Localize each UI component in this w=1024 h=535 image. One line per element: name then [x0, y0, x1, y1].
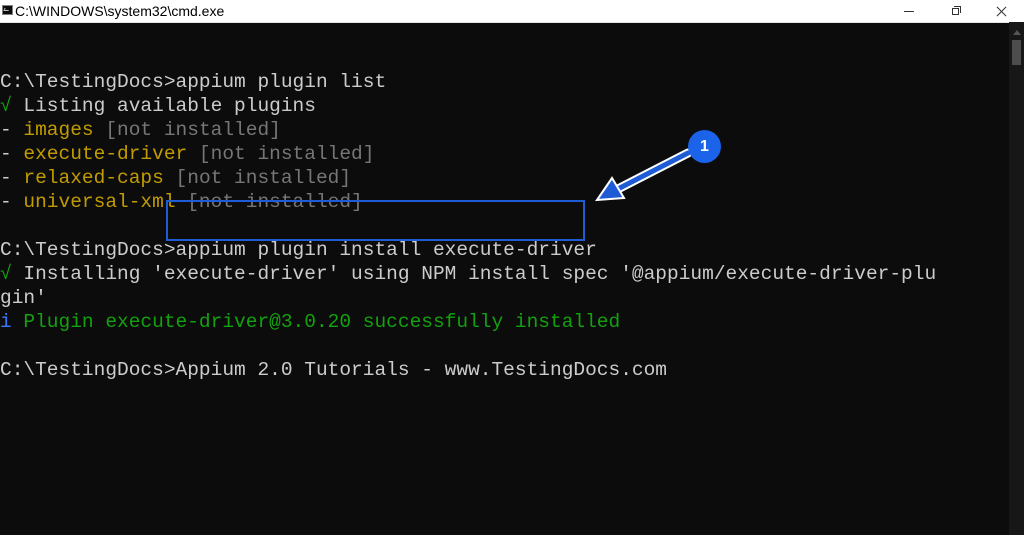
annotation-arrow — [595, 148, 693, 202]
step-badge: 1 — [688, 130, 721, 163]
arrow-shaft — [609, 150, 691, 195]
